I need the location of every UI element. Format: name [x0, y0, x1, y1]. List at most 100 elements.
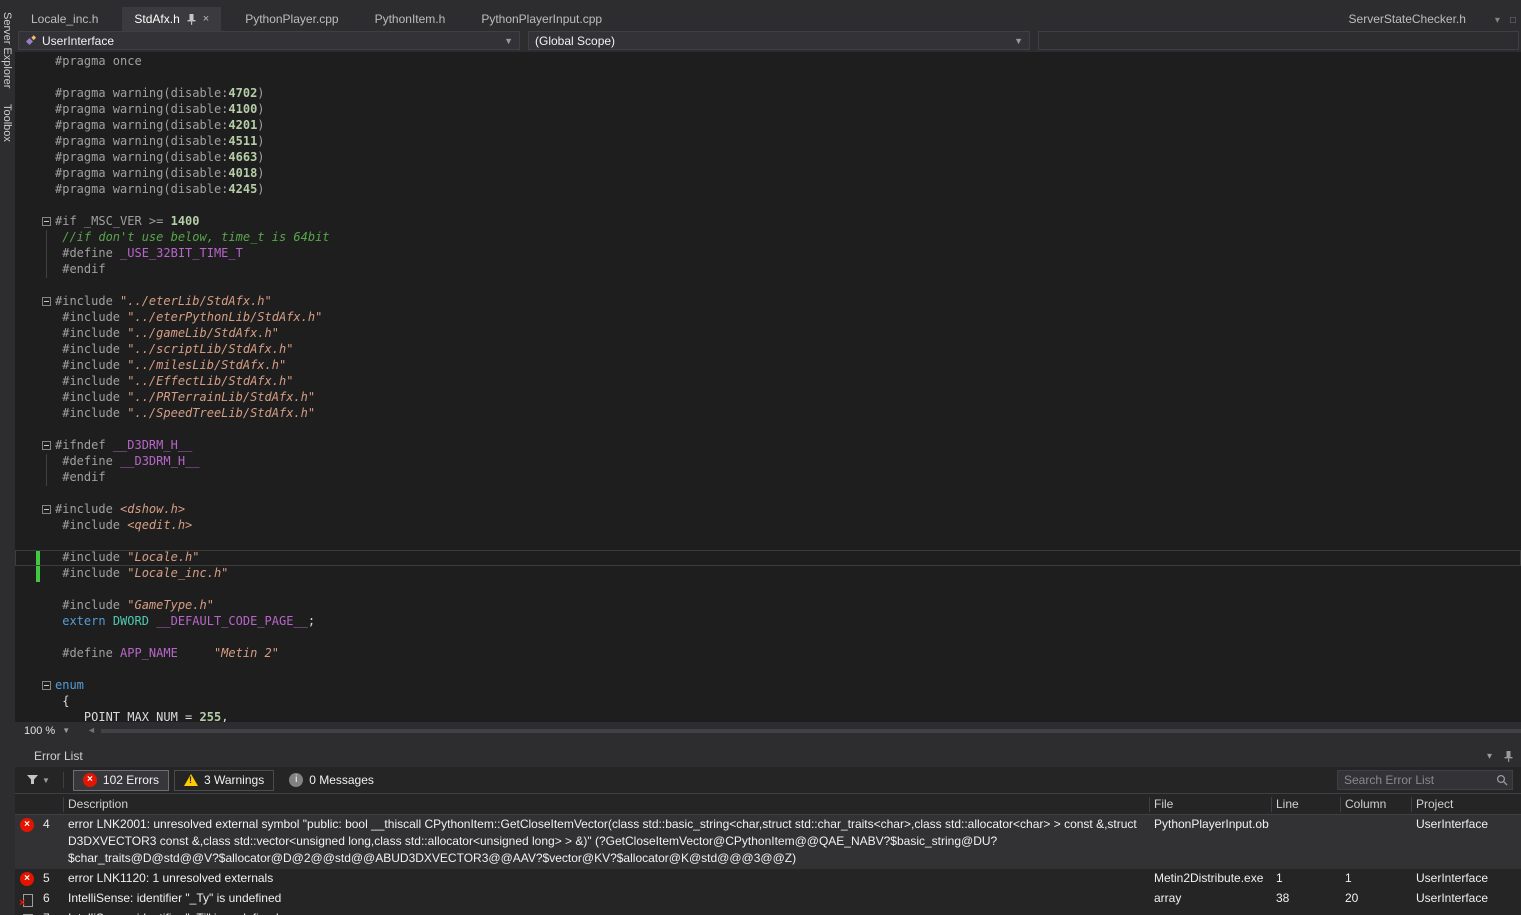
- line-gutter: [15, 486, 36, 502]
- error-description: IntelliSense: identifier "_Ty" is undefi…: [64, 890, 1150, 907]
- error-list-row[interactable]: ×4error LNK2001: unresolved external sym…: [15, 815, 1521, 869]
- filter-button[interactable]: ▼: [23, 775, 54, 785]
- code-line[interactable]: #include "../EffectLib/StdAfx.h": [15, 374, 1521, 390]
- pin-icon[interactable]: [187, 14, 196, 25]
- fold-margin: [40, 454, 55, 470]
- toolbar-separator: [63, 772, 64, 788]
- code-line[interactable]: #include "../gameLib/StdAfx.h": [15, 326, 1521, 342]
- code-line[interactable]: #include <qedit.h>: [15, 518, 1521, 534]
- error-list-row[interactable]: ×5error LNK1120: 1 unresolved externalsM…: [15, 869, 1521, 889]
- code-line[interactable]: [15, 486, 1521, 502]
- column-header-line[interactable]: Line: [1272, 797, 1341, 812]
- code-line[interactable]: #include <dshow.h>: [15, 502, 1521, 518]
- code-line[interactable]: #include "../eterPythonLib/StdAfx.h": [15, 310, 1521, 326]
- code-text: #include "../eterLib/StdAfx.h": [55, 294, 272, 310]
- warnings-filter-button[interactable]: 3 Warnings: [174, 770, 274, 791]
- code-text: #include "../eterPythonLib/StdAfx.h": [55, 310, 322, 326]
- tab-pythonplayer-cpp[interactable]: PythonPlayer.cpp: [233, 7, 350, 31]
- close-icon[interactable]: ×: [203, 14, 209, 25]
- collapse-minus-icon[interactable]: [42, 441, 51, 450]
- fold-marker[interactable]: [40, 678, 55, 694]
- pin-icon[interactable]: [1504, 751, 1513, 762]
- error-list-row[interactable]: 7IntelliSense: identifier "_Tj" is undef…: [15, 909, 1521, 915]
- code-line[interactable]: #ifndef __D3DRM_H__: [15, 438, 1521, 454]
- zoom-control[interactable]: 100 % ▼: [15, 725, 77, 737]
- float-window-icon[interactable]: □: [1505, 15, 1521, 31]
- collapse-minus-icon[interactable]: [42, 297, 51, 306]
- code-line[interactable]: {: [15, 694, 1521, 710]
- code-line[interactable]: [15, 422, 1521, 438]
- sidebar-item-toolbox[interactable]: Toolbox: [1, 104, 13, 142]
- tab-overflow-chevron-icon[interactable]: ▾: [1490, 15, 1505, 31]
- code-line[interactable]: //if don't use below, time_t is 64bit: [15, 230, 1521, 246]
- code-line[interactable]: #pragma warning(disable:4201): [15, 118, 1521, 134]
- code-line[interactable]: #include "Locale.h": [15, 550, 1521, 566]
- code-line[interactable]: #if _MSC_VER >= 1400: [15, 214, 1521, 230]
- column-header-description[interactable]: Description: [64, 797, 1150, 812]
- error-list-toolbar: ▼ × 102 Errors 3 Warnings i 0 Messages: [15, 767, 1521, 794]
- column-header-column[interactable]: Column: [1341, 797, 1412, 812]
- fold-marker[interactable]: [40, 214, 55, 230]
- horizontal-scrollbar[interactable]: ◄: [85, 722, 1521, 739]
- code-line[interactable]: [15, 70, 1521, 86]
- fold-marker[interactable]: [40, 438, 55, 454]
- code-line[interactable]: #pragma warning(disable:4018): [15, 166, 1521, 182]
- code-line[interactable]: [15, 630, 1521, 646]
- tab-stdafx-h[interactable]: StdAfx.h×: [122, 7, 221, 31]
- collapse-minus-icon[interactable]: [42, 505, 51, 514]
- line-gutter: [15, 230, 36, 246]
- errors-filter-button[interactable]: × 102 Errors: [73, 770, 169, 791]
- code-line[interactable]: extern DWORD __DEFAULT_CODE_PAGE__;: [15, 614, 1521, 630]
- code-line[interactable]: #pragma warning(disable:4100): [15, 102, 1521, 118]
- error-list-row[interactable]: 6IntelliSense: identifier "_Ty" is undef…: [15, 889, 1521, 909]
- code-line[interactable]: [15, 278, 1521, 294]
- fold-marker[interactable]: [40, 294, 55, 310]
- code-editor[interactable]: #pragma once #pragma warning(disable:4702…: [15, 52, 1521, 722]
- code-line[interactable]: #include "../SpeedTreeLib/StdAfx.h": [15, 406, 1521, 422]
- messages-filter-button[interactable]: i 0 Messages: [279, 770, 384, 791]
- fold-marker[interactable]: [40, 502, 55, 518]
- code-line[interactable]: #pragma warning(disable:4702): [15, 86, 1521, 102]
- code-line[interactable]: enum: [15, 678, 1521, 694]
- code-line[interactable]: #pragma warning(disable:4245): [15, 182, 1521, 198]
- code-line[interactable]: [15, 534, 1521, 550]
- tab-locale-inc-h[interactable]: Locale_inc.h: [19, 7, 110, 31]
- chevron-down-icon: ▼: [62, 726, 70, 735]
- code-line[interactable]: #include "../scriptLib/StdAfx.h": [15, 342, 1521, 358]
- code-line[interactable]: #pragma once: [15, 54, 1521, 70]
- tab-serverstatechecker-h[interactable]: ServerStateChecker.h: [1337, 7, 1478, 31]
- tab-pythonitem-h[interactable]: PythonItem.h: [363, 7, 458, 31]
- code-line[interactable]: #endif: [15, 262, 1521, 278]
- column-header-project[interactable]: Project: [1412, 797, 1521, 812]
- code-line[interactable]: #define APP_NAME "Metin 2": [15, 646, 1521, 662]
- column-header-file[interactable]: File: [1150, 797, 1272, 812]
- code-text: #include "../milesLib/StdAfx.h": [55, 358, 286, 374]
- code-line[interactable]: #include "Locale_inc.h": [15, 566, 1521, 582]
- types-dropdown[interactable]: UserInterface ▼: [18, 31, 520, 50]
- collapse-minus-icon[interactable]: [42, 681, 51, 690]
- code-line[interactable]: [15, 662, 1521, 678]
- code-line[interactable]: #include "GameType.h": [15, 598, 1521, 614]
- members-dropdown[interactable]: (Global Scope) ▼: [528, 31, 1030, 50]
- tab-pythonplayerinput-cpp[interactable]: PythonPlayerInput.cpp: [469, 7, 614, 31]
- code-lines[interactable]: #pragma once #pragma warning(disable:4702…: [15, 54, 1521, 722]
- scrollbar-thumb[interactable]: [101, 729, 1521, 733]
- code-line[interactable]: #pragma warning(disable:4511): [15, 134, 1521, 150]
- code-line[interactable]: #define _USE_32BIT_TIME_T: [15, 246, 1521, 262]
- collapse-minus-icon[interactable]: [42, 217, 51, 226]
- search-error-list-input[interactable]: [1344, 773, 1496, 787]
- code-line[interactable]: #include "../eterLib/StdAfx.h": [15, 294, 1521, 310]
- code-line[interactable]: #include "../milesLib/StdAfx.h": [15, 358, 1521, 374]
- code-line[interactable]: #include "../PRTerrainLib/StdAfx.h": [15, 390, 1521, 406]
- code-line[interactable]: #endif: [15, 470, 1521, 486]
- code-line[interactable]: POINT_MAX_NUM = 255,: [15, 710, 1521, 722]
- code-line[interactable]: [15, 198, 1521, 214]
- window-position-chevron-icon[interactable]: ▾: [1487, 751, 1492, 762]
- code-line[interactable]: [15, 582, 1521, 598]
- search-icon[interactable]: [1496, 774, 1508, 786]
- scroll-left-arrow-icon[interactable]: ◄: [87, 725, 96, 735]
- sidebar-item-server-explorer[interactable]: Server Explorer: [1, 12, 13, 88]
- code-line[interactable]: #pragma warning(disable:4663): [15, 150, 1521, 166]
- code-line[interactable]: #define __D3DRM_H__: [15, 454, 1521, 470]
- tab-label: PythonPlayer.cpp: [245, 12, 338, 26]
